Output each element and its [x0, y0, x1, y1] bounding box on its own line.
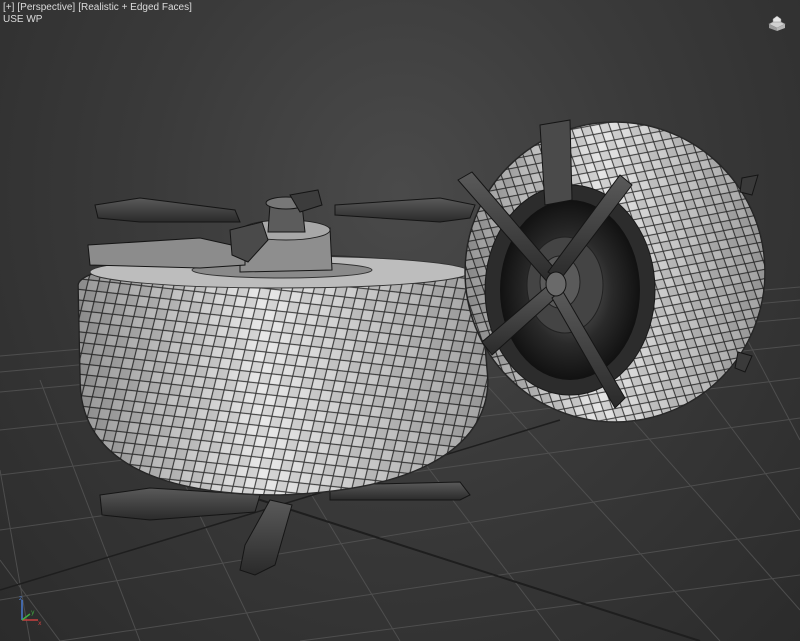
tripod-y-label: y — [31, 609, 35, 616]
left-object-top-rotor — [87, 189, 476, 273]
viewport-use-wp-label: USE WP — [3, 14, 43, 25]
viewcube-home-icon[interactable] — [766, 10, 788, 32]
right-tire-mesh — [464, 119, 766, 423]
viewport-scene — [0, 119, 800, 641]
tripod-x-label: x — [38, 620, 42, 626]
viewport-view-menu[interactable]: [Perspective] — [17, 2, 75, 13]
left-object-bottom-blades — [99, 481, 471, 576]
viewport-label-bar: [+] [Perspective] [Realistic + Edged Faces… — [3, 2, 195, 26]
axis-tripod-icon: z x y — [19, 595, 42, 626]
viewport-plus-menu[interactable]: [+] — [3, 2, 14, 13]
tripod-z-label: z — [19, 595, 22, 602]
perspective-viewport[interactable]: [+] [Perspective] [Realistic + Edged Faces… — [0, 0, 800, 641]
left-tire-mesh — [77, 254, 489, 496]
viewport-shading-menu[interactable]: [Realistic + Edged Faces] — [78, 2, 192, 13]
